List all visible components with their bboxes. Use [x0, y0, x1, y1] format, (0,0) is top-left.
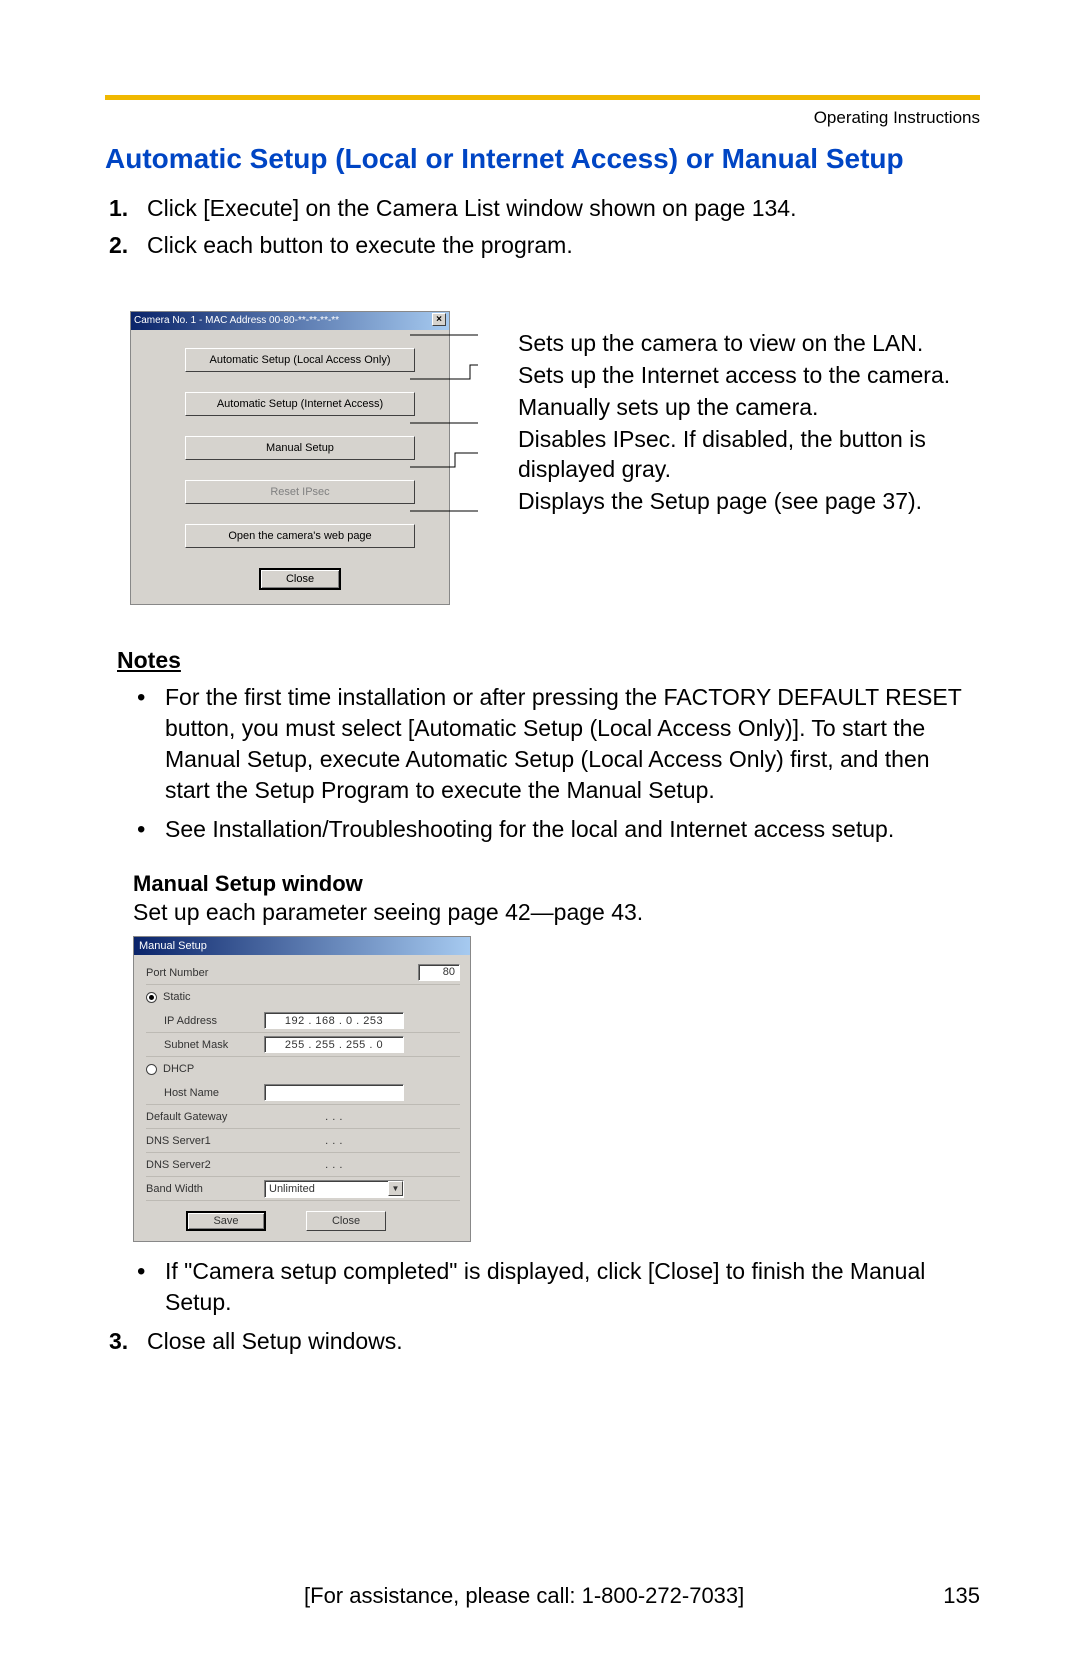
- dhcp-label: DHCP: [163, 1063, 194, 1075]
- callout-3: Manually sets up the camera.: [518, 393, 980, 423]
- notes-heading: Notes: [117, 647, 980, 674]
- step-1: 1.Click [Execute] on the Camera List win…: [147, 193, 980, 224]
- gateway-input[interactable]: . . .: [264, 1108, 404, 1125]
- host-input[interactable]: [264, 1084, 404, 1101]
- after-note: If "Camera setup completed" is displayed…: [165, 1256, 980, 1318]
- setup-dialog: Camera No. 1 - MAC Address 00-80-**-**-*…: [130, 311, 450, 605]
- manual-setup-intro: Set up each parameter seeing page 42—pag…: [133, 899, 980, 926]
- dns1-label: DNS Server1: [146, 1135, 264, 1147]
- close-button[interactable]: Close: [259, 568, 341, 590]
- chevron-down-icon: ▼: [388, 1181, 403, 1196]
- auto-setup-local-button[interactable]: Automatic Setup (Local Access Only): [185, 348, 415, 372]
- save-button[interactable]: Save: [186, 1211, 266, 1231]
- note-2: See Installation/Troubleshooting for the…: [165, 814, 980, 845]
- header-label: Operating Instructions: [814, 108, 980, 128]
- static-radio[interactable]: [146, 992, 157, 1003]
- header-rule: [105, 95, 980, 100]
- dns2-label: DNS Server2: [146, 1159, 264, 1171]
- manual-setup-button[interactable]: Manual Setup: [185, 436, 415, 460]
- port-input[interactable]: 80: [418, 964, 460, 981]
- callout-5: Displays the Setup page (see page 37).: [518, 487, 980, 517]
- reset-ipsec-button: Reset IPsec: [185, 480, 415, 504]
- mask-input[interactable]: 255 . 255 . 255 . 0: [264, 1036, 404, 1053]
- dns1-input[interactable]: . . .: [264, 1132, 404, 1149]
- bandwidth-select[interactable]: Unlimited ▼: [264, 1180, 404, 1198]
- close-button-2[interactable]: Close: [306, 1211, 386, 1231]
- bandwidth-label: Band Width: [146, 1183, 264, 1195]
- step-3: 3.Close all Setup windows.: [147, 1326, 980, 1357]
- mask-label: Subnet Mask: [146, 1039, 264, 1051]
- note-1: For the first time installation or after…: [165, 682, 980, 806]
- callout-list: Sets up the camera to view on the LAN. S…: [450, 329, 980, 605]
- callout-1: Sets up the camera to view on the LAN.: [518, 329, 980, 359]
- static-label: Static: [163, 991, 191, 1003]
- callout-4: Disables IPsec. If disabled, the button …: [518, 425, 980, 485]
- open-webpage-button[interactable]: Open the camera's web page: [185, 524, 415, 548]
- dialog-titlebar: Camera No. 1 - MAC Address 00-80-**-**-*…: [131, 312, 449, 330]
- dns2-input[interactable]: . . .: [264, 1156, 404, 1173]
- page-number: 135: [943, 1583, 980, 1609]
- page-title: Automatic Setup (Local or Internet Acces…: [105, 143, 980, 175]
- ip-label: IP Address: [146, 1015, 264, 1027]
- callout-2: Sets up the Internet access to the camer…: [518, 361, 980, 391]
- dhcp-radio[interactable]: [146, 1064, 157, 1075]
- step-2: 2.Click each button to execute the progr…: [147, 230, 980, 261]
- footer-assist: [For assistance, please call: 1-800-272-…: [304, 1583, 744, 1609]
- gateway-label: Default Gateway: [146, 1111, 264, 1123]
- auto-setup-internet-button[interactable]: Automatic Setup (Internet Access): [185, 392, 415, 416]
- ip-input[interactable]: 192 . 168 . 0 . 253: [264, 1012, 404, 1029]
- manual-setup-titlebar: Manual Setup: [134, 937, 470, 955]
- port-label: Port Number: [146, 967, 264, 979]
- manual-setup-dialog: Manual Setup Port Number 80 Static IP Ad…: [133, 936, 471, 1242]
- host-label: Host Name: [146, 1087, 264, 1099]
- manual-setup-heading: Manual Setup window: [133, 871, 980, 897]
